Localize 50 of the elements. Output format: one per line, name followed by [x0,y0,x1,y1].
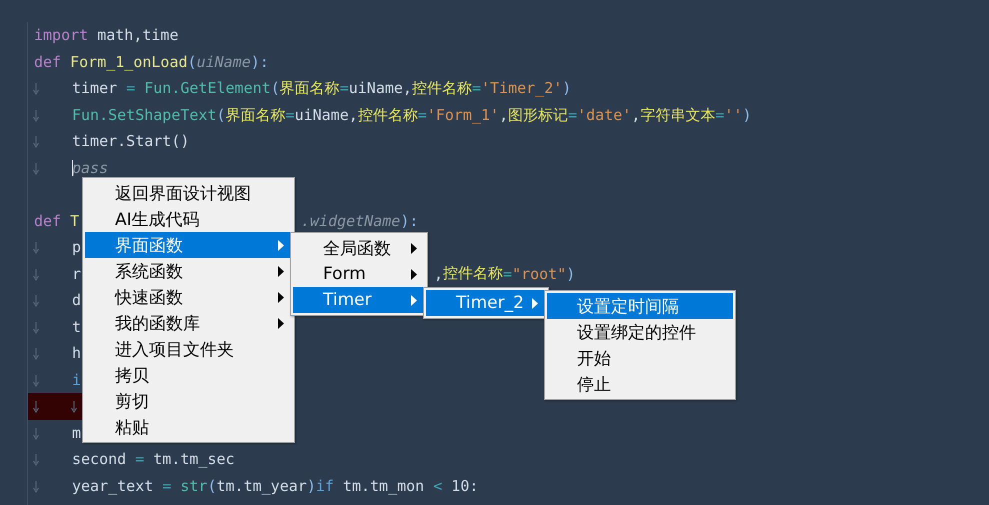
code-line: import math,time [34,27,178,44]
indent-guide-icon [32,242,40,254]
menu-item[interactable]: 界面函数 [85,232,292,258]
menu-item[interactable]: 设置定时间隔 [547,293,733,319]
menu-item[interactable]: 设置绑定的控件 [547,319,733,345]
menu-item[interactable]: 快速函数 [85,284,292,310]
menu-item[interactable]: 进入项目文件夹 [85,336,292,362]
indent-guide-icon [70,401,78,413]
menu-item[interactable]: 我的函数库 [85,310,292,336]
code-line: def Form_1_onLoad(uiName): [34,54,269,70]
menu-item[interactable]: 系统函数 [85,258,292,284]
code-line: timer = Fun.GetElement(界面名称=uiName,控件名称='Timer_2') [72,80,572,96]
menu-item[interactable]: AI生成代码 [85,206,292,232]
menu-item[interactable]: 返回界面设计视图 [85,180,292,206]
menu-item[interactable]: 拷贝 [85,362,292,388]
indent-guide-icon [32,480,40,492]
indent-guide-icon [32,348,40,360]
indent-guide-icon [32,428,40,440]
menu-item[interactable]: 剪切 [85,388,292,414]
indent-guide-icon [32,83,40,95]
code-line: second = tm.tm_sec [72,451,235,468]
indent-guide-icon [32,110,40,122]
code-line: year_text = str(tm.tm_year)if tm.tm_mon < 10: [72,478,478,494]
code-line: h [72,345,82,362]
menu-item[interactable]: Form [293,261,425,287]
menu-item[interactable]: 停止 [547,371,733,397]
code-line: def T [34,212,80,229]
code-line: r [72,266,82,282]
code-line: i [72,372,82,388]
code-line: p [72,239,82,256]
indent-guide-icon [32,401,40,413]
indent-guide-icon [32,268,40,280]
code-line: .widgetName): [301,210,418,232]
indent-guide-icon [32,322,40,334]
code-line: Fun.SetShapeText(界面名称=uiName,控件名称='Form_1',图形标记='date',字符串文本='') [72,106,752,123]
code-line: timer.Start() [72,133,190,150]
menu-item[interactable]: Timer [293,287,425,313]
code-line: ,控件名称="root") [434,263,576,285]
indent-guide-icon [32,162,40,174]
menu-item[interactable]: Timer_2 [426,290,546,316]
menu-item[interactable]: 粘贴 [85,414,292,440]
indent-guide-icon [32,136,40,148]
code-line: t [72,318,82,335]
menu-item[interactable]: 开始 [547,345,733,371]
indent-guide-icon [32,374,40,386]
indent-guide-icon [32,295,40,307]
code-line: d [72,292,82,308]
menu-item[interactable]: 全局函数 [293,235,425,261]
indent-guide-icon [32,454,40,466]
code-line: m [72,424,82,441]
